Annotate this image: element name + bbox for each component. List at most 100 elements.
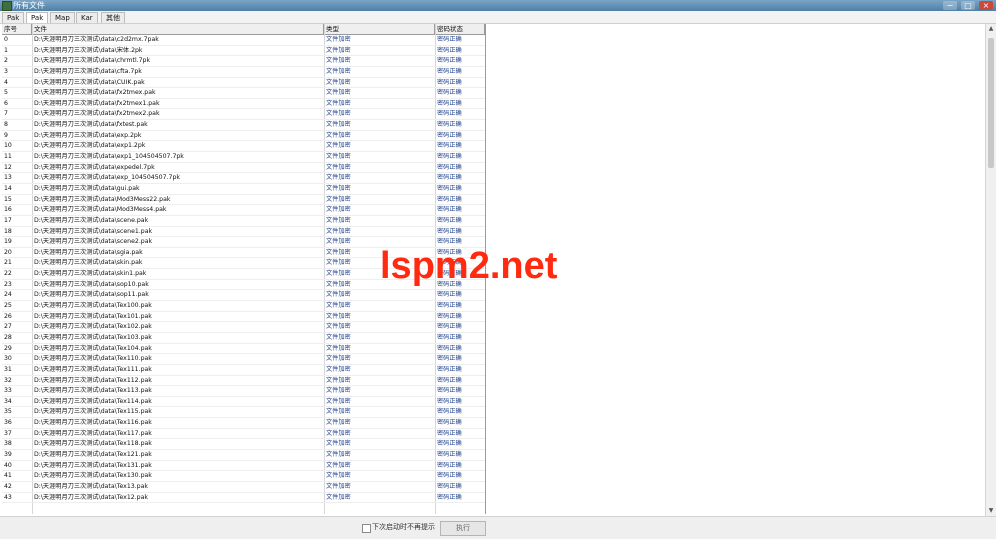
row-file-path: D:\天涯明月刀三次测试\data\skin1.pak	[34, 270, 147, 278]
row-password-status: 密码正确	[437, 344, 462, 352]
table-row[interactable]: 29 D:\天涯明月刀三次测试\data\Tex104.pak 文件加密 密码正确	[2, 344, 485, 355]
table-row[interactable]: 33 D:\天涯明月刀三次测试\data\Tex113.pak 文件加密 密码正确	[2, 386, 485, 397]
table-row[interactable]: 17 D:\天涯明月刀三次测试\data\scene.pak 文件加密 密码正确	[2, 216, 485, 227]
table-row[interactable]: 38 D:\天涯明月刀三次测试\data\Tex118.pak 文件加密 密码正确	[2, 439, 485, 450]
dont-show-again-label: 下次启动时不再提示	[372, 523, 435, 531]
row-index: 25	[4, 302, 12, 310]
row-file-path: D:\天涯明月刀三次测试\data\Tex118.pak	[34, 440, 152, 448]
tab-pak-2[interactable]: Pak	[26, 12, 49, 23]
minimize-button[interactable]: −	[943, 1, 957, 10]
table-row[interactable]: 40 D:\天涯明月刀三次测试\data\Tex131.pak 文件加密 密码正确	[2, 461, 485, 472]
table-row[interactable]: 12 D:\天涯明月刀三次测试\data\expedel.7pk 文件加密 密码正确	[2, 163, 485, 174]
table-row[interactable]: 0 D:\天涯明月刀三次测试\data\c2d2mx.7pak 文件加密 密码正确	[2, 35, 485, 46]
table-row[interactable]: 4 D:\天涯明月刀三次测试\data\CUIK.pak 文件加密 密码正确	[2, 78, 485, 89]
scroll-up-icon[interactable]: ▲	[986, 24, 996, 34]
table-row[interactable]: 41 D:\天涯明月刀三次测试\data\Tex130.pak 文件加密 密码正确	[2, 471, 485, 482]
title-bar: 所有文件 − □ ×	[0, 0, 996, 11]
dont-show-again-checkbox[interactable]	[362, 524, 371, 533]
row-password-status: 密码正确	[437, 419, 462, 427]
table-row[interactable]: 14 D:\天涯明月刀三次测试\data\gui.pak 文件加密 密码正确	[2, 184, 485, 195]
row-type: 文件加密	[326, 121, 351, 129]
table-row[interactable]: 1 D:\天涯明月刀三次测试\data\宋体.2pk 文件加密 密码正确	[2, 46, 485, 57]
table-row[interactable]: 31 D:\天涯明月刀三次测试\data\Tex111.pak 文件加密 密码正确	[2, 365, 485, 376]
tab-map[interactable]: Map	[50, 12, 75, 23]
table-row[interactable]: 35 D:\天涯明月刀三次测试\data\Tex115.pak 文件加密 密码正确	[2, 407, 485, 419]
row-password-status: 密码正确	[437, 227, 462, 235]
close-button[interactable]: ×	[979, 1, 993, 10]
row-type: 文件加密	[326, 110, 351, 118]
table-row[interactable]: 43 D:\天涯明月刀三次测试\data\Tex12.pak 文件加密 密码正确	[2, 493, 485, 504]
row-index: 18	[4, 227, 12, 235]
row-file-path: D:\天涯明月刀三次测试\data\scene1.pak	[34, 227, 153, 235]
row-password-status: 密码正确	[437, 216, 462, 224]
table-row[interactable]: 24 D:\天涯明月刀三次测试\data\sop11.pak 文件加密 密码正确	[2, 290, 485, 302]
table-row[interactable]: 27 D:\天涯明月刀三次测试\data\Tex102.pak 文件加密 密码正确	[2, 322, 485, 333]
row-index: 32	[4, 376, 12, 384]
tab-pak-1[interactable]: Pak	[2, 12, 25, 23]
table-row[interactable]: 9 D:\天涯明月刀三次测试\data\exp.2pk 文件加密 密码正确	[2, 131, 485, 142]
row-file-path: D:\天涯明月刀三次测试\data\Tex102.pak	[34, 323, 152, 331]
table-row[interactable]: 16 D:\天涯明月刀三次测试\data\Mod3Mess4.pak 文件加密 密码正…	[2, 205, 485, 216]
table-row[interactable]: 18 D:\天涯明月刀三次测试\data\scene1.pak 文件加密 密码正确	[2, 227, 485, 238]
row-file-path: D:\天涯明月刀三次测试\data\Tex130.pak	[34, 472, 152, 480]
table-row[interactable]: 25 D:\天涯明月刀三次测试\data\Tex100.pak 文件加密 密码正确	[2, 301, 485, 312]
row-index: 12	[4, 163, 12, 171]
table-row[interactable]: 37 D:\天涯明月刀三次测试\data\Tex117.pak 文件加密 密码正确	[2, 429, 485, 440]
tab-kar[interactable]: Kar	[76, 12, 98, 23]
row-password-status: 密码正确	[437, 355, 462, 363]
maximize-button[interactable]: □	[961, 1, 975, 10]
row-index: 39	[4, 450, 12, 458]
table-row[interactable]: 3 D:\天涯明月刀三次测试\data\cfta.7pk 文件加密 密码正确	[2, 67, 485, 78]
table-row[interactable]: 34 D:\天涯明月刀三次测试\data\Tex114.pak 文件加密 密码正确	[2, 397, 485, 408]
row-index: 30	[4, 355, 12, 363]
vertical-scrollbar[interactable]: ▲ ▼	[985, 24, 996, 516]
row-password-status: 密码正确	[437, 46, 462, 54]
table-row[interactable]: 36 D:\天涯明月刀三次测试\data\Tex116.pak 文件加密 密码正确	[2, 418, 485, 429]
row-type: 文件加密	[326, 365, 351, 373]
execute-button[interactable]: 执行	[440, 521, 486, 536]
table-row[interactable]: 42 D:\天涯明月刀三次测试\data\Tex13.pak 文件加密 密码正确	[2, 482, 485, 493]
row-file-path: D:\天涯明月刀三次测试\data\Tex112.pak	[34, 376, 152, 384]
row-index: 7	[4, 110, 8, 118]
row-file-path: D:\天涯明月刀三次测试\data\Tex111.pak	[34, 365, 152, 373]
row-index: 41	[4, 472, 12, 480]
table-row[interactable]: 10 D:\天涯明月刀三次测试\data\exp1.2pk 文件加密 密码正确	[2, 141, 485, 153]
row-file-path: D:\天涯明月刀三次测试\data\c2d2mx.7pak	[34, 36, 159, 43]
row-type: 文件加密	[326, 67, 351, 75]
row-file-path: D:\天涯明月刀三次测试\data\Tex114.pak	[34, 397, 152, 405]
table-row[interactable]: 8 D:\天涯明月刀三次测试\data\fxtest.pak 文件加密 密码正确	[2, 120, 485, 131]
table-row[interactable]: 26 D:\天涯明月刀三次测试\data\Tex101.pak 文件加密 密码正确	[2, 312, 485, 323]
tab-bar: Pak Pak Map Kar 其他	[0, 11, 996, 24]
row-type: 文件加密	[326, 36, 351, 43]
row-password-status: 密码正确	[437, 440, 462, 448]
scroll-thumb[interactable]	[988, 38, 994, 168]
row-type: 文件加密	[326, 206, 351, 214]
table-row[interactable]: 6 D:\天涯明月刀三次测试\data\fx2tmex1.pak 文件加密 密码正确	[2, 99, 485, 110]
row-file-path: D:\天涯明月刀三次测试\data\exp1_104504507.7pk	[34, 153, 184, 161]
row-password-status: 密码正确	[437, 408, 462, 416]
row-file-path: D:\天涯明月刀三次测试\data\Tex115.pak	[34, 408, 152, 416]
table-row[interactable]: 5 D:\天涯明月刀三次测试\data\fx2tmex.pak 文件加密 密码正确	[2, 88, 485, 99]
row-index: 23	[4, 280, 12, 288]
table-row[interactable]: 30 D:\天涯明月刀三次测试\data\Tex110.pak 文件加密 密码正确	[2, 354, 485, 365]
header-index[interactable]: 序号	[2, 24, 32, 34]
table-row[interactable]: 15 D:\天涯明月刀三次测试\data\Mod3Mess22.pak 文件加密 密码…	[2, 195, 485, 206]
row-password-status: 密码正确	[437, 323, 462, 331]
table-row[interactable]: 7 D:\天涯明月刀三次测试\data\fx2tmex2.pak 文件加密 密码正确	[2, 109, 485, 121]
row-index: 8	[4, 121, 8, 129]
row-index: 4	[4, 78, 8, 86]
table-row[interactable]: 39 D:\天涯明月刀三次测试\data\Tex121.pak 文件加密 密码正确	[2, 450, 485, 461]
row-type: 文件加密	[326, 472, 351, 480]
row-index: 0	[4, 36, 8, 43]
scroll-down-icon[interactable]: ▼	[986, 506, 996, 516]
table-row[interactable]: 13 D:\天涯明月刀三次测试\data\exp_104504507.7pk 文件加…	[2, 173, 485, 184]
row-index: 35	[4, 408, 12, 416]
header-password-status[interactable]: 密码状态	[435, 24, 485, 34]
header-type[interactable]: 类型	[324, 24, 435, 34]
table-row[interactable]: 11 D:\天涯明月刀三次测试\data\exp1_104504507.7pk 文件…	[2, 152, 485, 163]
table-row[interactable]: 2 D:\天涯明月刀三次测试\data\chrmtl.7pk 文件加密 密码正确	[2, 56, 485, 67]
table-row[interactable]: 32 D:\天涯明月刀三次测试\data\Tex112.pak 文件加密 密码正确	[2, 376, 485, 387]
header-file[interactable]: 文件	[32, 24, 324, 34]
table-row[interactable]: 28 D:\天涯明月刀三次测试\data\Tex103.pak 文件加密 密码正确	[2, 333, 485, 344]
tab-other[interactable]: 其他	[101, 12, 125, 23]
